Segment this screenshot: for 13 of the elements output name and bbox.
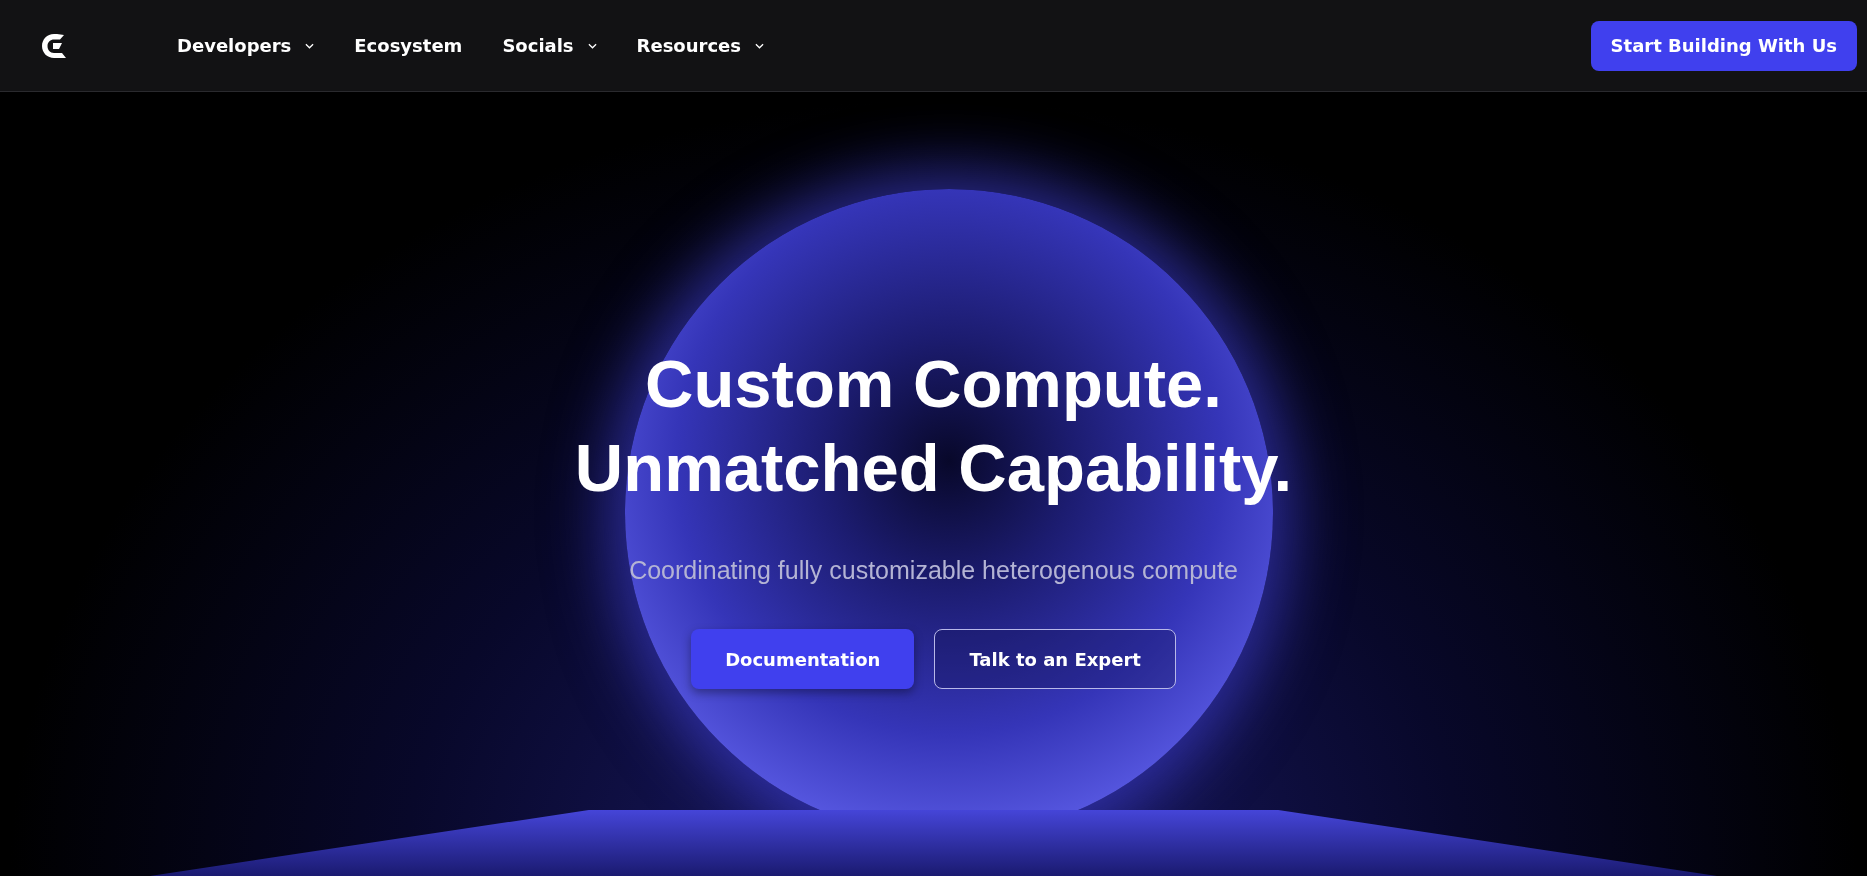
expert-button[interactable]: Talk to an Expert (934, 629, 1176, 689)
hero-subtitle: Coordinating fully customizable heterogenous compute (629, 556, 1238, 585)
nav-link[interactable]: Resources (636, 35, 764, 56)
chevron-down-icon (755, 42, 764, 49)
hero-headline: Custom Compute. Unmatched Capability. (574, 345, 1293, 507)
nav-link[interactable]: Socials (502, 35, 597, 56)
start-building-button[interactable]: Start Building With Us (1590, 20, 1857, 71)
nav-link[interactable]: Developers (177, 35, 315, 56)
chevron-down-icon (305, 42, 315, 49)
documentation-button[interactable]: Documentation (691, 629, 915, 689)
nav-link[interactable]: Ecosystem (354, 35, 463, 56)
chevron-down-icon (587, 42, 597, 49)
logo-icon[interactable] (40, 31, 68, 60)
